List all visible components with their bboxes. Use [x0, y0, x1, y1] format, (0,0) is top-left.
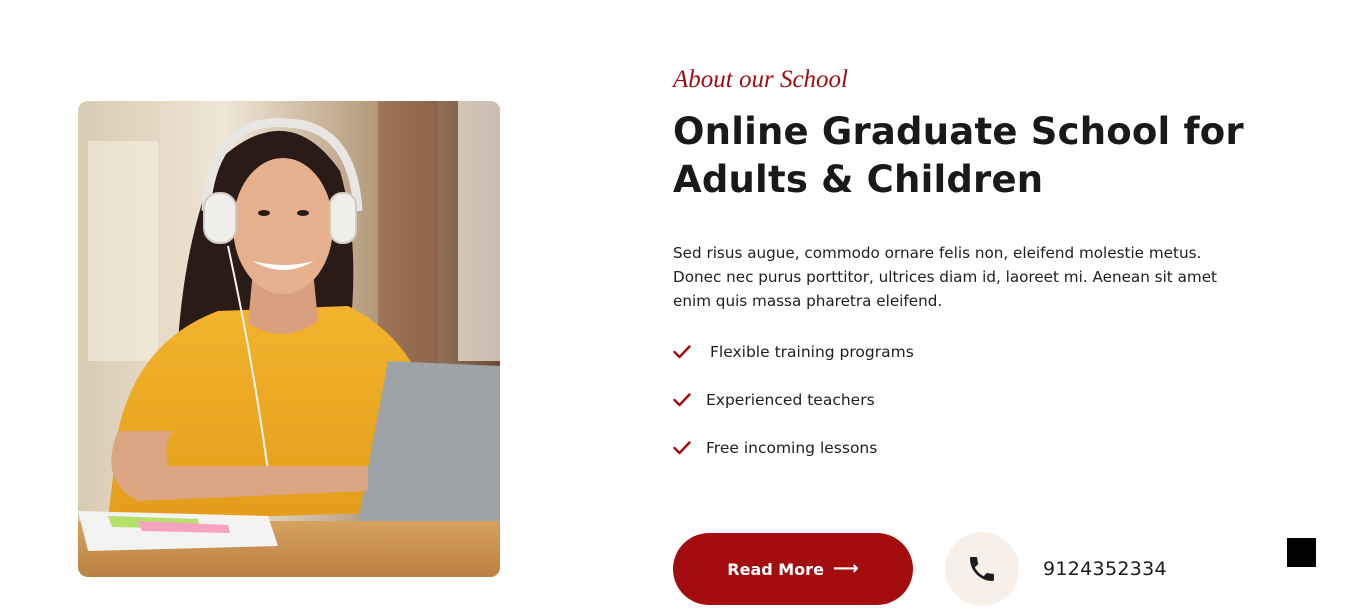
section-title: Online Graduate School for Adults & Chil… — [673, 110, 1244, 201]
phone-number[interactable]: 9124352334 — [1043, 558, 1167, 580]
section-description: Sed risus augue, commodo ornare felis no… — [673, 244, 1217, 310]
read-more-button[interactable]: Read More ⟶ — [673, 533, 913, 605]
scroll-to-top-button[interactable] — [1287, 538, 1316, 567]
feature-label: Flexible training programs — [710, 343, 914, 361]
feature-item: Free incoming lessons — [673, 436, 914, 460]
check-icon — [673, 441, 691, 455]
feature-item: Flexible training programs — [673, 340, 914, 364]
phone-icon — [970, 557, 994, 581]
feature-label: Free incoming lessons — [706, 439, 878, 457]
feature-item: Experienced teachers — [673, 388, 914, 412]
check-icon — [673, 345, 691, 359]
read-more-label: Read More — [727, 559, 824, 579]
feature-label: Experienced teachers — [706, 391, 875, 409]
check-icon — [673, 393, 691, 407]
arrow-right-icon: ⟶ — [832, 558, 859, 579]
feature-list: Flexible training programs Experienced t… — [673, 340, 914, 484]
phone-button[interactable] — [945, 532, 1019, 606]
student-illustration — [78, 101, 500, 577]
section-eyebrow: About our School — [673, 66, 848, 93]
student-photo — [78, 101, 500, 577]
